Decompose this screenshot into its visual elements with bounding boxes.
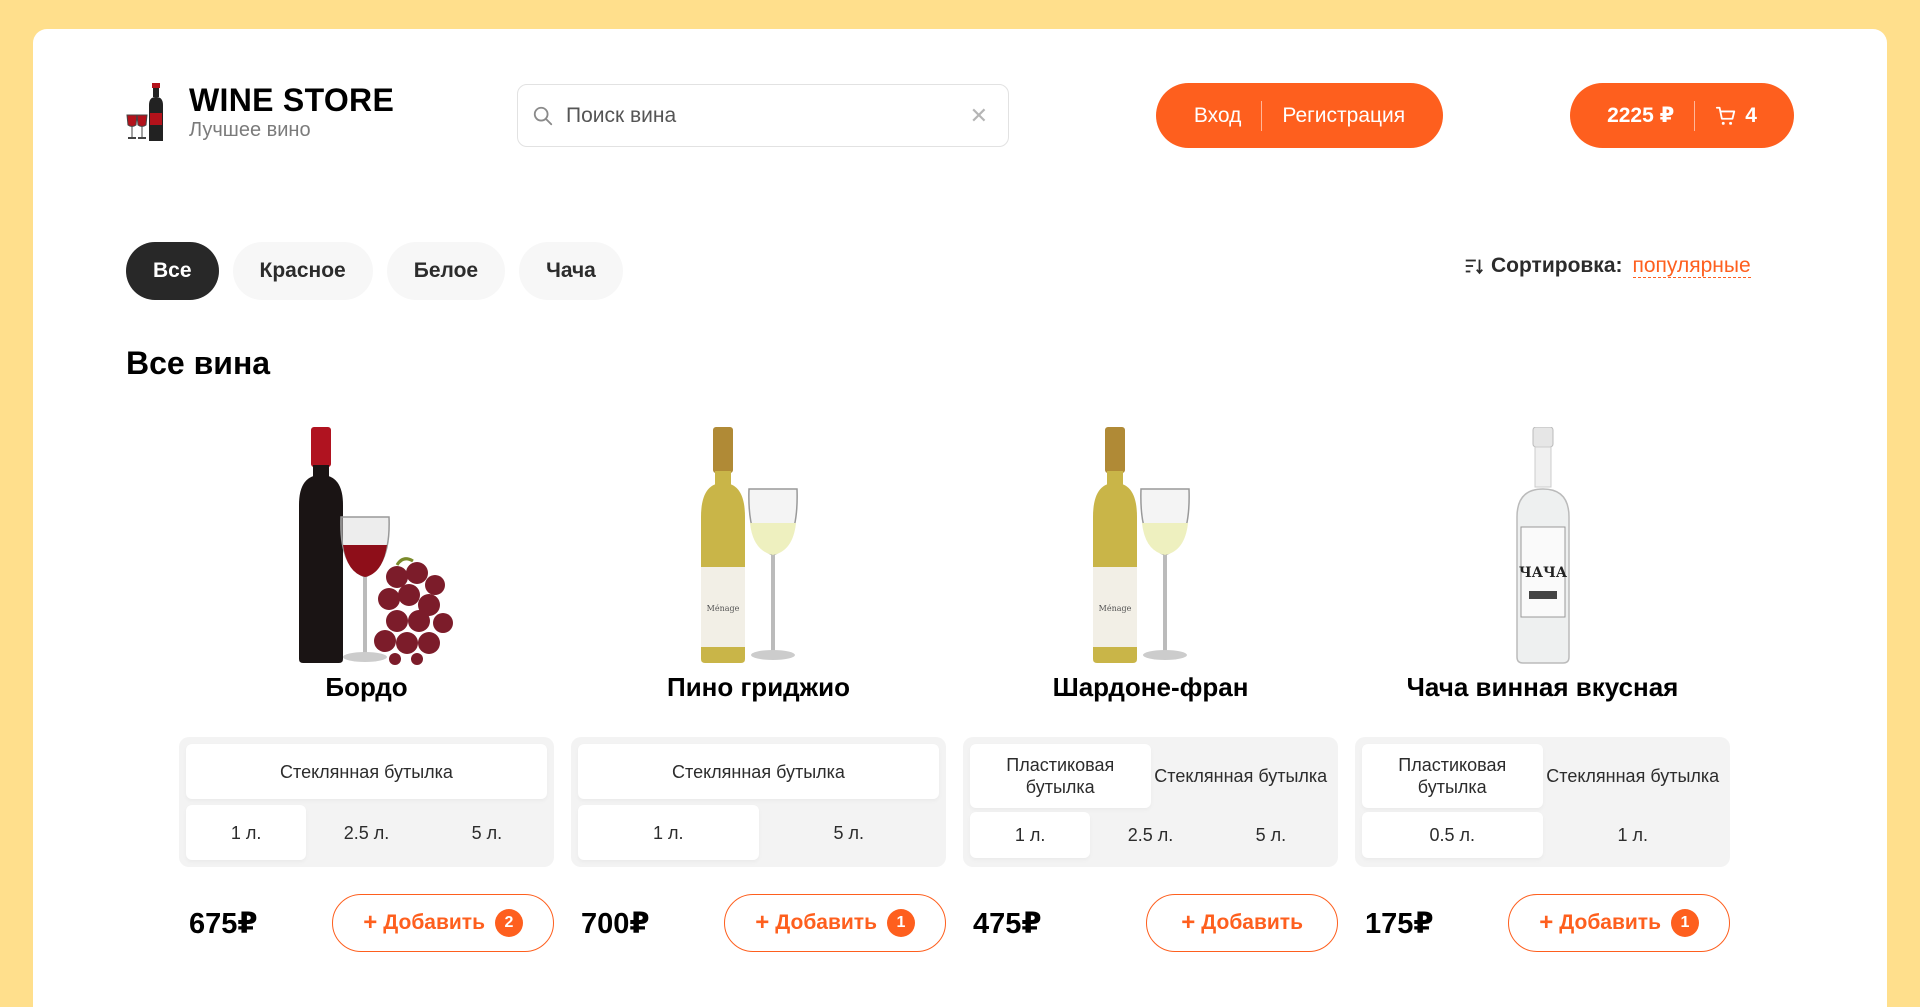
add-label: Добавить [775,911,877,934]
product-image: Ménage [571,427,946,665]
auth-button-group: Вход Регистрация [1156,83,1443,148]
count-badge: 1 [1671,909,1699,937]
volume-option[interactable]: 1 л. [970,812,1091,858]
product-image: ЧАЧА [1355,427,1730,665]
product-image: Ménage [963,427,1338,665]
count-badge: 2 [495,909,523,937]
volume-option[interactable]: 1 л. [578,805,759,860]
search-input[interactable] [554,85,970,146]
product-options: Стеклянная бутылка 1 л. 5 л. [571,737,946,867]
plus-icon: + [1539,909,1554,936]
sort-dropdown[interactable]: популярные [1632,254,1751,278]
category-tab-red[interactable]: Красное [232,242,373,300]
divider [1694,100,1696,131]
svg-text:ЧАЧА: ЧАЧА [1518,565,1567,581]
product-card: ЧАЧА Чача винная вкусная Пластиковая бут… [1355,427,1730,952]
plus-icon: + [363,909,378,936]
wine-bottle-logo-icon [126,83,163,141]
container-option[interactable]: Стеклянная бутылка [1151,744,1332,808]
volume-option[interactable]: 1 л. [186,805,307,860]
volume-option[interactable]: 0.5 л. [1362,812,1543,858]
category-tab-all[interactable]: Все [126,242,219,300]
product-name: Чача винная вкусная [1406,672,1679,702]
volume-option[interactable]: 1 л. [1543,812,1724,858]
category-tabs: Все Красное Белое Чача [126,242,623,300]
logo-title: WINE STORE [189,82,395,118]
volume-option[interactable]: 5 л. [759,805,940,860]
product-price: 675₽ [189,907,258,940]
cart-total: 2225 ₽ [1607,104,1675,127]
section-title: Все вина [126,345,271,381]
product-name: Пино гриджио [667,672,850,702]
add-label: Добавить [1201,911,1303,934]
volume-option[interactable]: 5 л. [1211,812,1331,858]
container-option[interactable]: Пластиковая бутылка [970,744,1151,808]
search-box: ✕ [517,84,1009,147]
white-wine-with-glass-icon: Ménage [1092,427,1190,663]
search-icon [533,106,553,125]
add-label: Добавить [1559,911,1661,934]
product-price: 175₽ [1365,907,1434,940]
product-options: Пластиковая бутылка Стеклянная бутылка 1… [963,737,1338,867]
add-to-cart-button[interactable]: + Добавить 2 [332,894,554,952]
product-card: Ménage Шардоне-фран Пластиковая бутылка … [963,427,1338,952]
product-name: Бордо [325,672,408,702]
product-price: 475₽ [973,907,1042,940]
cart-button[interactable]: 2225 ₽ 4 [1570,83,1794,148]
container-option[interactable]: Стеклянная бутылка [1543,744,1724,808]
product-image [179,427,554,665]
container-option[interactable]: Пластиковая бутылка [1362,744,1543,808]
count-badge: 1 [887,909,915,937]
container-option[interactable]: Стеклянная бутылка [578,744,939,799]
page-container: WINE STORE Лучшее вино ✕ Вход Регистраци… [33,29,1887,1007]
product-card: Бордо Стеклянная бутылка 1 л. 2.5 л. 5 л… [179,427,554,952]
add-to-cart-button[interactable]: + Добавить 1 [1508,894,1730,952]
add-to-cart-button[interactable]: + Добавить 1 [724,894,946,952]
divider [1261,100,1263,131]
product-options: Пластиковая бутылка Стеклянная бутылка 0… [1355,737,1730,867]
product-card: Ménage Пино гриджио Стеклянная бутылка 1… [571,427,946,952]
svg-text:Ménage: Ménage [1098,604,1131,613]
white-wine-with-glass-icon: Ménage [700,427,798,663]
logo-subtitle: Лучшее вино [189,119,311,141]
volume-option[interactable]: 2.5 л. [306,805,426,860]
category-tab-white[interactable]: Белое [386,242,506,300]
container-option[interactable]: Стеклянная бутылка [186,744,547,799]
product-options: Стеклянная бутылка 1 л. 2.5 л. 5 л. [179,737,554,867]
add-to-cart-button[interactable]: + Добавить [1146,894,1338,952]
add-label: Добавить [383,911,485,934]
sort-control: Сортировка: популярные [1463,254,1751,278]
plus-icon: + [1181,909,1196,936]
sort-icon [1465,259,1483,275]
volume-option[interactable]: 5 л. [427,805,547,860]
login-button[interactable]: Вход [1194,104,1242,128]
clear-icon[interactable]: ✕ [970,103,988,129]
sort-label: Сортировка: [1491,254,1623,277]
category-tab-chacha[interactable]: Чача [519,242,623,300]
plus-icon: + [755,909,770,936]
product-price: 700₽ [581,907,650,940]
register-button[interactable]: Регистрация [1282,104,1405,128]
svg-text:Ménage: Ménage [706,604,739,613]
cart-count: 4 [1745,103,1757,127]
product-name: Шардоне-фран [1052,672,1249,702]
volume-option[interactable]: 2.5 л. [1090,812,1210,858]
red-wine-with-grapes-icon [298,427,453,665]
logo[interactable]: WINE STORE Лучшее вино [125,81,394,143]
chacha-bottle-icon: ЧАЧА [1515,427,1570,664]
cart-icon [1716,106,1736,125]
